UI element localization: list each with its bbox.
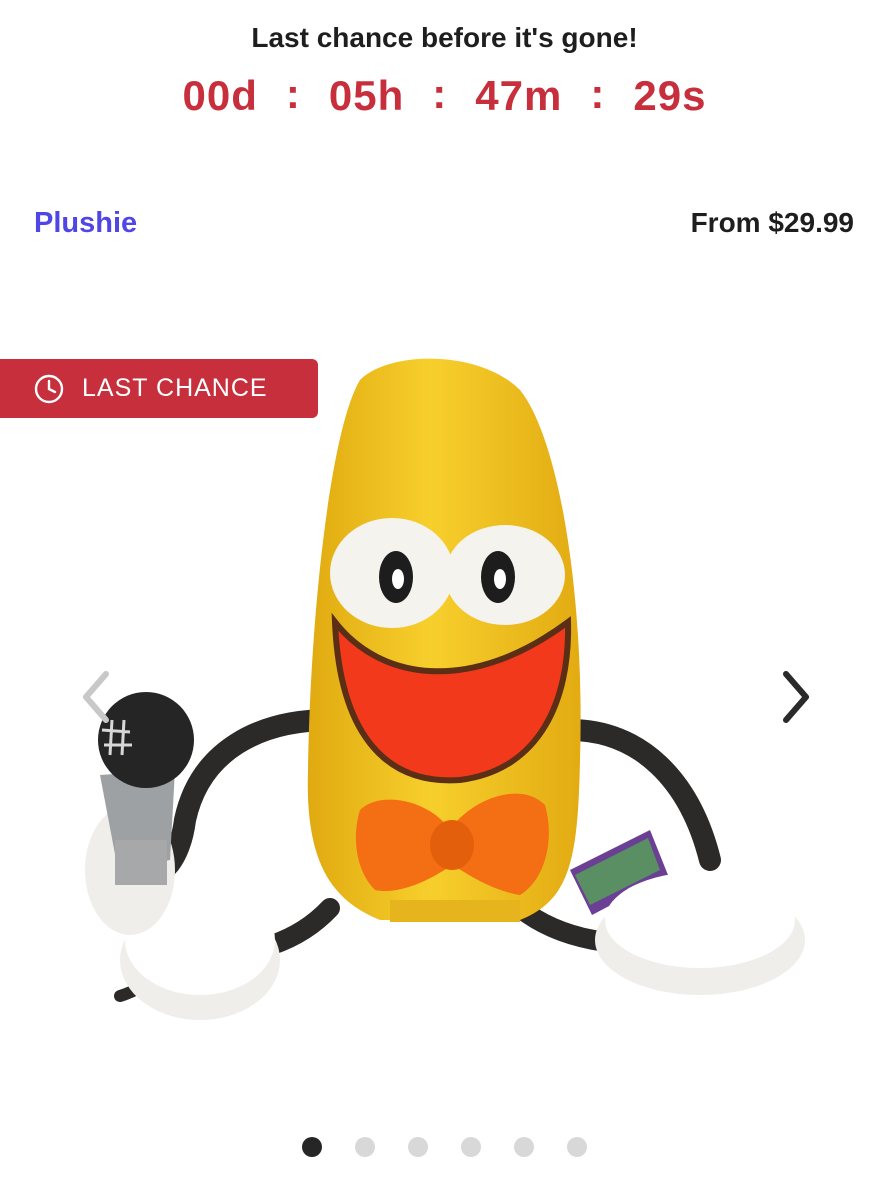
- category-link[interactable]: Plushie: [34, 207, 137, 240]
- countdown-headline: Last chance before it's gone!: [251, 22, 638, 53]
- product-price: From $29.99: [690, 207, 854, 238]
- chevron-left-icon: [83, 671, 109, 723]
- badge-label: LAST CHANCE: [82, 374, 268, 402]
- countdown-minutes: 47m: [475, 72, 563, 119]
- pagination-dot[interactable]: [302, 1137, 322, 1157]
- countdown-separator: :: [590, 70, 606, 117]
- pagination-dot[interactable]: [408, 1137, 428, 1157]
- countdown-days: 00d: [182, 72, 258, 119]
- countdown-separator: :: [285, 70, 301, 117]
- gallery-prev-button[interactable]: [66, 665, 126, 729]
- countdown-banner: Last chance before it's gone! 00d : 05h …: [0, 18, 889, 120]
- pagination-dot[interactable]: [514, 1137, 534, 1157]
- chevron-right-icon: [783, 671, 809, 723]
- countdown-separator: :: [432, 70, 448, 117]
- product-meta-row: Plushie From $29.99: [34, 202, 854, 244]
- last-chance-badge: LAST CHANCE: [0, 359, 318, 418]
- countdown-hours: 05h: [328, 72, 405, 119]
- countdown-timer: 00d : 05h : 47m : 29s: [0, 70, 889, 120]
- product-image: [85, 358, 805, 1020]
- pagination-dot[interactable]: [567, 1137, 587, 1157]
- product-gallery[interactable]: [0, 300, 889, 1120]
- countdown-seconds: 29s: [633, 72, 707, 119]
- gallery-next-button[interactable]: [764, 665, 824, 729]
- gallery-pagination: [0, 1136, 889, 1158]
- pagination-dot[interactable]: [355, 1137, 375, 1157]
- pagination-dot[interactable]: [461, 1137, 481, 1157]
- clock-icon: [34, 374, 64, 403]
